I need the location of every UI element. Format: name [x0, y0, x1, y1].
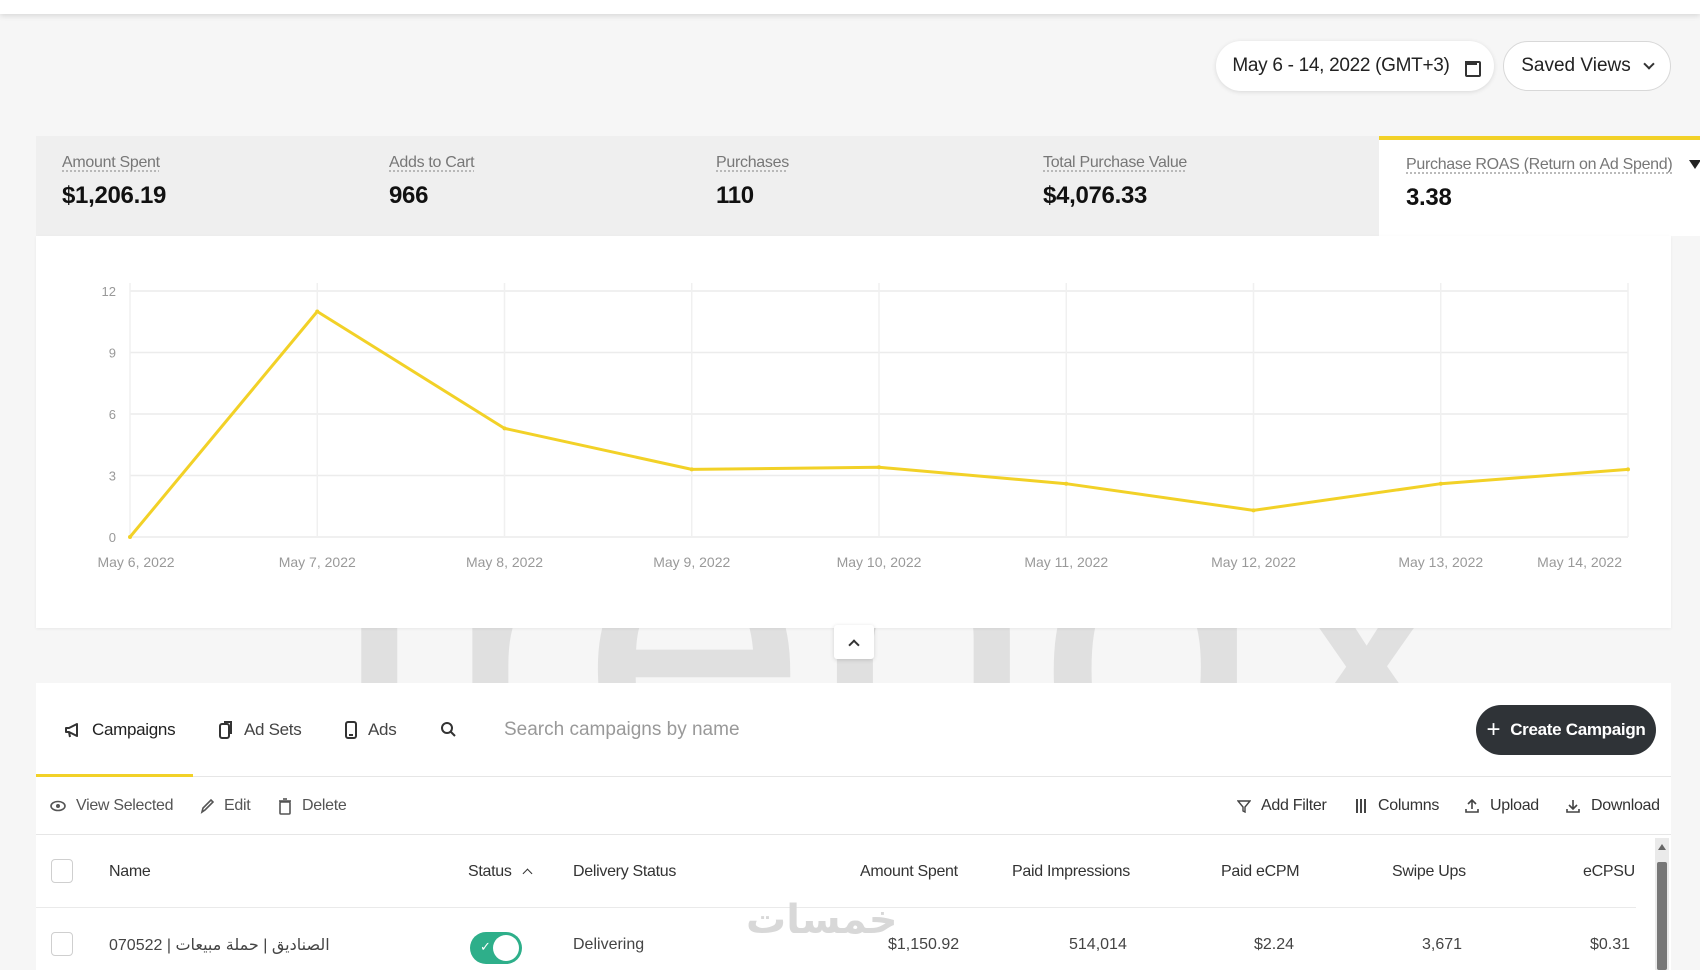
metric-purchases[interactable]: Purchases 110 — [716, 154, 789, 210]
select-all-checkbox[interactable] — [51, 859, 73, 883]
columns-button[interactable]: Columns — [1354, 777, 1439, 835]
delete-button[interactable]: Delete — [278, 777, 347, 835]
data-point[interactable] — [315, 309, 320, 314]
metrics-bar: Amount Spent $1,206.19 Adds to Cart 966 … — [36, 136, 1700, 236]
ecpm-cell: $2.24 — [1254, 936, 1295, 953]
top-bar — [0, 0, 1700, 14]
metric-adds-to-cart[interactable]: Adds to Cart 966 — [389, 154, 475, 210]
y-tick-label: 12 — [102, 284, 116, 299]
x-tick-label: May 11, 2022 — [1024, 554, 1108, 570]
data-point[interactable] — [1251, 508, 1256, 513]
ecpsu-cell: $0.31 — [1590, 936, 1631, 953]
x-tick-label: May 10, 2022 — [837, 554, 922, 570]
metric-amount-spent[interactable]: Amount Spent $1,206.19 — [62, 154, 166, 210]
saved-views-label: Saved Views — [1521, 55, 1631, 76]
chevron-up-icon — [848, 638, 860, 651]
upload-button[interactable]: Upload — [1464, 777, 1539, 835]
chevron-down-icon — [1643, 58, 1655, 70]
data-point[interactable] — [689, 467, 694, 472]
campaign-name[interactable]: 070522 | الصناديق | حملة مبيعات — [109, 908, 330, 970]
collapse-chart-button[interactable] — [834, 625, 874, 659]
col-delivery-status[interactable]: Delivery Status — [573, 835, 676, 908]
x-tick-label: May 9, 2022 — [653, 554, 730, 570]
y-tick-label: 9 — [109, 346, 116, 361]
phone-icon — [345, 721, 357, 739]
x-tick-label: May 14, 2022 — [1537, 554, 1622, 570]
col-paid-impressions[interactable]: Paid Impressions — [1012, 835, 1130, 908]
line-chart: 0 3 6 9 12 May 6, 2022 May 7, 2022 May 8, 2022 M… — [97, 283, 1630, 570]
x-tick-label: May 7, 2022 — [279, 554, 356, 570]
data-point[interactable] — [1626, 467, 1630, 472]
metric-total-purchase-value[interactable]: Total Purchase Value $4,076.33 — [1043, 154, 1187, 210]
download-icon — [1566, 800, 1580, 813]
scroll-thumb[interactable] — [1657, 862, 1667, 970]
chart-card: 0 3 6 9 12 May 6, 2022 May 7, 2022 May 8, 2022 M… — [36, 236, 1671, 628]
download-button[interactable]: Download — [1565, 777, 1660, 835]
data-point[interactable] — [1438, 481, 1443, 486]
tab-ads[interactable]: Ads — [344, 683, 397, 777]
col-name[interactable]: Name — [109, 835, 151, 908]
footer-watermark: خمسات — [746, 898, 898, 942]
col-status[interactable]: Status — [468, 835, 533, 908]
scroll-up-icon[interactable] — [1658, 844, 1666, 850]
y-tick-label: 0 — [109, 530, 116, 545]
x-tick-label: May 6, 2022 — [97, 554, 174, 570]
pencil-icon — [200, 798, 214, 814]
tab-bar: Campaigns Ad Sets Ads + Create Campaign — [36, 683, 1671, 777]
table-scrollbar[interactable] — [1655, 838, 1669, 970]
col-paid-ecpm[interactable]: Paid eCPM — [1221, 835, 1300, 908]
edit-button[interactable]: Edit — [200, 777, 251, 835]
search-icon — [441, 722, 456, 737]
add-filter-button[interactable]: Add Filter — [1237, 777, 1327, 835]
create-campaign-button[interactable]: + Create Campaign — [1476, 705, 1656, 755]
col-ecpsu[interactable]: eCPSU — [1583, 835, 1635, 908]
check-icon: ✓ — [480, 939, 491, 954]
data-point[interactable] — [502, 426, 507, 431]
tab-ad-sets[interactable]: Ad Sets — [218, 683, 302, 777]
table-toolbar: View Selected Edit Delete Add Filter Col… — [36, 777, 1671, 835]
date-range-picker[interactable]: May 6 - 14, 2022 (GMT+3) — [1216, 41, 1494, 91]
adsets-icon — [219, 721, 232, 739]
status-toggle[interactable]: ✓ — [470, 932, 522, 964]
tab-campaigns[interactable]: Campaigns — [64, 683, 176, 777]
date-range-label: May 6 - 14, 2022 (GMT+3) — [1232, 55, 1450, 76]
data-point[interactable] — [128, 535, 132, 539]
saved-views-button[interactable]: Saved Views — [1503, 41, 1671, 91]
search-button[interactable] — [440, 683, 458, 777]
metric-purchase-roas[interactable]: Purchase ROAS (Return on Ad Spend) 3.38 — [1379, 136, 1700, 236]
delivery-status: Delivering — [573, 936, 645, 953]
plus-icon: + — [1486, 716, 1501, 743]
upload-icon — [1465, 798, 1479, 813]
calendar-icon — [1464, 58, 1481, 77]
x-tick-label: May 12, 2022 — [1211, 554, 1296, 570]
trash-icon — [279, 797, 291, 815]
megaphone-icon — [65, 723, 78, 738]
filter-icon — [1237, 800, 1251, 813]
data-point[interactable] — [1064, 481, 1069, 486]
dropdown-arrow-icon[interactable] — [1688, 160, 1700, 170]
view-selected-button[interactable]: View Selected — [50, 777, 174, 835]
data-point[interactable] — [877, 465, 881, 470]
x-tick-label: May 8, 2022 — [466, 554, 543, 570]
y-tick-label: 6 — [109, 407, 116, 422]
amount-spent-cell: $1,150.92 — [888, 936, 960, 953]
row-checkbox[interactable] — [51, 932, 73, 956]
x-tick-label: May 13, 2022 — [1398, 554, 1483, 570]
sort-asc-icon — [522, 868, 533, 879]
search-input[interactable] — [504, 713, 1004, 747]
eye-icon — [50, 800, 66, 812]
col-swipe-ups[interactable]: Swipe Ups — [1392, 835, 1466, 908]
columns-icon — [1356, 799, 1366, 813]
swipe-ups-cell: 3,671 — [1422, 936, 1463, 953]
y-tick-label: 3 — [109, 469, 116, 484]
impressions-cell: 514,014 — [1069, 936, 1127, 953]
